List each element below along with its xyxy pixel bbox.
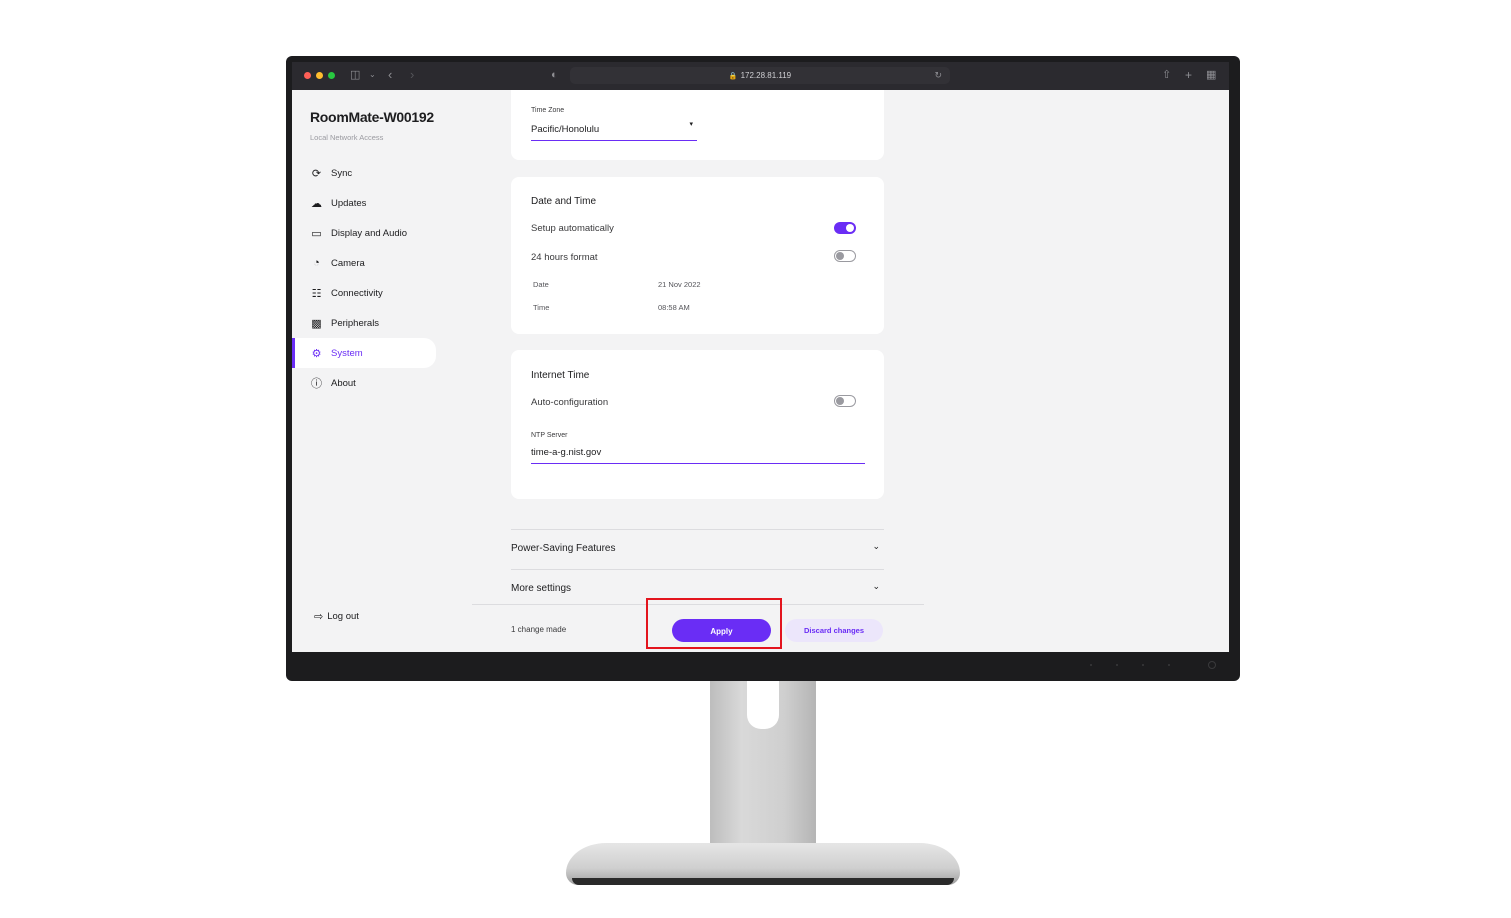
peripherals-icon: ▩	[311, 317, 322, 330]
accordion-title: More settings	[511, 583, 572, 594]
ntp-server-input[interactable]: time-a-g.nist.gov	[531, 447, 601, 458]
date-time-title: Date and Time	[531, 196, 597, 207]
sidebar-item-peripherals[interactable]: ▩ Peripherals	[292, 308, 442, 338]
time-label: Time	[533, 303, 550, 312]
sidebar-item-label: System	[331, 347, 363, 359]
monitor-buttons	[1090, 664, 1220, 670]
accordion-title: Power-Saving Features	[511, 543, 616, 554]
network-icon: ☷	[311, 287, 322, 300]
dropdown-caret-icon: ▾	[689, 121, 693, 128]
sidebar-item-system[interactable]: ⚙ System	[292, 338, 436, 368]
sidebar-item-label: Sync	[331, 167, 353, 179]
sidebar-item-updates[interactable]: ☁ Updates	[292, 188, 442, 218]
sync-icon: ⟳	[311, 167, 322, 180]
share-icon[interactable]: ⇧	[1162, 68, 1171, 82]
changes-status: 1 change made	[511, 625, 567, 634]
date-value: 21 Nov 2022	[658, 280, 701, 289]
back-icon[interactable]: ‹	[388, 68, 392, 82]
logout-button[interactable]: ⇨ Log out	[314, 610, 359, 623]
sidebar: RoomMate-W00192 Local Network Access ⟳ S…	[292, 90, 472, 652]
url-text: 172.28.81.119	[740, 71, 792, 80]
reload-icon[interactable]: ↻	[934, 67, 942, 84]
time-value: 08:58 AM	[658, 303, 690, 312]
sidebar-item-label: Peripherals	[331, 317, 380, 329]
sidebar-item-label: Camera	[331, 257, 365, 269]
sidebar-item-display-audio[interactable]: ▭ Display and Audio	[292, 218, 442, 248]
logout-icon: ⇨	[314, 611, 324, 623]
privacy-shield-icon[interactable]: ◐	[551, 68, 558, 82]
power-icon	[1208, 661, 1216, 669]
auto-config-label: Auto-configuration	[531, 397, 609, 408]
monitor-screen: ◫ ⌄ ‹ › ◐ 🔒 172.28.81.119 ↻ ⇧ + ▦ RoomMat…	[292, 62, 1229, 652]
timezone-label: Time Zone	[531, 107, 565, 114]
timezone-value: Pacific/Honolulu	[531, 124, 600, 135]
timezone-card: Time Zone Pacific/Honolulu ▾	[511, 90, 884, 160]
setup-auto-toggle[interactable]	[834, 222, 856, 234]
monitor-icon: ▭	[311, 227, 322, 240]
discard-changes-button[interactable]: Discard changes	[785, 619, 883, 642]
stand-cable-hole	[747, 681, 779, 729]
device-name: RoomMate-W00192	[310, 109, 434, 125]
forward-icon[interactable]: ›	[410, 68, 414, 82]
setup-auto-label: Setup automatically	[531, 223, 614, 234]
chevron-down-icon: ⌄	[872, 581, 880, 591]
hours24-toggle[interactable]	[834, 250, 856, 262]
date-label: Date	[533, 280, 549, 289]
sidebar-toggle-icon[interactable]: ◫	[350, 68, 360, 82]
cloud-download-icon: ☁	[311, 197, 322, 210]
chevron-down-icon: ⌄	[872, 541, 880, 551]
sidebar-item-sync[interactable]: ⟳ Sync	[292, 158, 442, 188]
apply-highlight-box	[646, 598, 782, 649]
sidebar-item-label: About	[331, 377, 356, 389]
auto-config-toggle[interactable]	[834, 395, 856, 407]
internet-time-card: Internet Time Auto-configuration NTP Ser…	[511, 350, 884, 499]
power-saving-accordion[interactable]: Power-Saving Features ⌄	[511, 529, 884, 569]
camera-icon: ◔	[313, 257, 320, 269]
minimize-window-button[interactable]	[316, 72, 323, 79]
sidebar-item-camera[interactable]: ◔ Camera	[292, 248, 442, 278]
device-subtitle: Local Network Access	[310, 133, 384, 142]
sidebar-item-about[interactable]: ⓘ About	[292, 368, 442, 398]
address-bar[interactable]: 🔒 172.28.81.119 ↻	[570, 67, 950, 84]
date-time-card: Date and Time Setup automatically 24 hou…	[511, 177, 884, 334]
sidebar-item-label: Updates	[331, 197, 367, 209]
zoom-window-button[interactable]	[328, 72, 335, 79]
new-tab-icon[interactable]: +	[1185, 68, 1192, 82]
logout-label: Log out	[327, 611, 359, 622]
hours24-label: 24 hours format	[531, 252, 598, 263]
internet-time-title: Internet Time	[531, 370, 590, 381]
tab-overview-icon[interactable]: ▦	[1206, 68, 1216, 82]
sidebar-item-connectivity[interactable]: ☷ Connectivity	[292, 278, 442, 308]
gear-icon: ⚙	[311, 347, 322, 360]
info-icon: ⓘ	[311, 378, 322, 390]
chevron-down-icon[interactable]: ⌄	[369, 68, 376, 82]
sidebar-item-label: Connectivity	[331, 287, 383, 299]
sidebar-item-label: Display and Audio	[331, 227, 408, 239]
lock-icon: 🔒	[728, 73, 738, 80]
ntp-underline	[531, 463, 865, 464]
ntp-server-label: NTP Server	[531, 432, 568, 439]
sidebar-nav: ⟳ Sync ☁ Updates ▭ Display and Audio ◔ C…	[292, 158, 442, 398]
timezone-underline	[531, 140, 697, 141]
close-window-button[interactable]	[304, 72, 311, 79]
timezone-select[interactable]: Pacific/Honolulu ▾	[531, 120, 697, 140]
stand-base-shadow	[572, 878, 954, 885]
browser-toolbar: ◫ ⌄ ‹ › ◐ 🔒 172.28.81.119 ↻ ⇧ + ▦	[292, 62, 1229, 90]
